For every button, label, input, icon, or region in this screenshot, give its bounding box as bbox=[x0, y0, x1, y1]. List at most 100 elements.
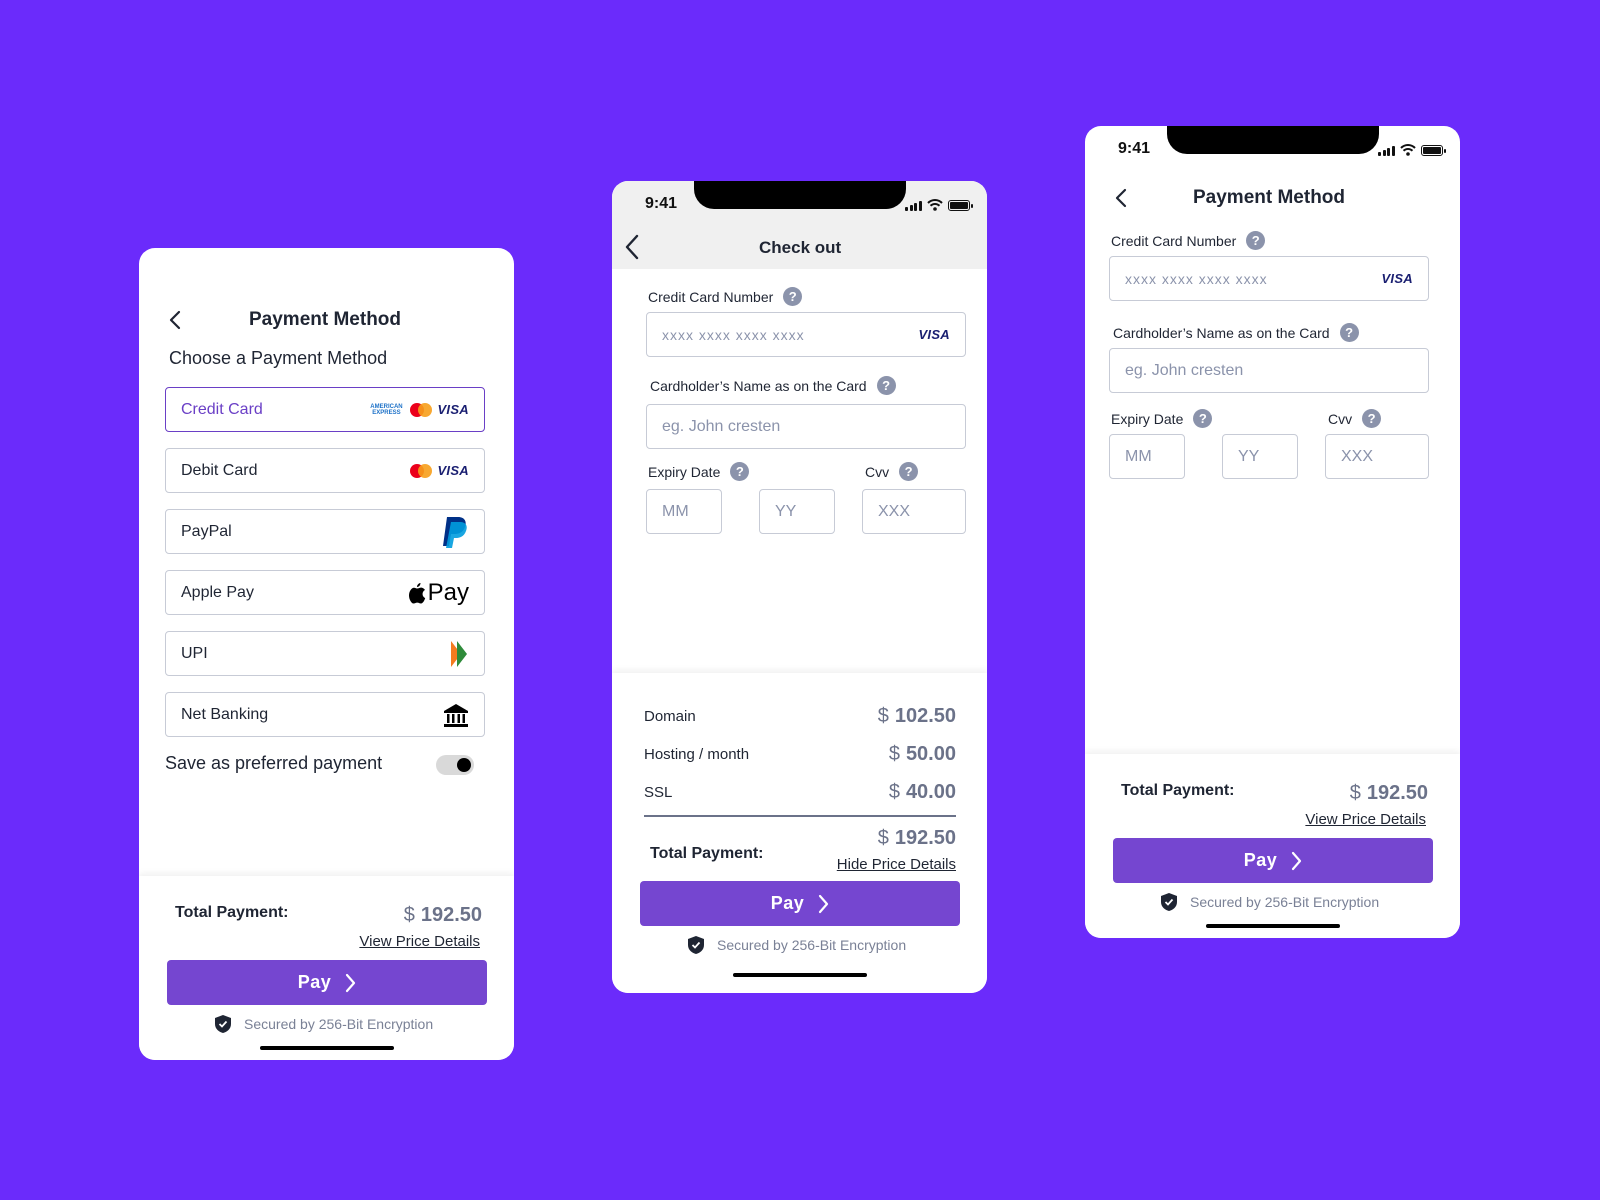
option-label: Net Banking bbox=[181, 705, 269, 723]
back-arrow-icon[interactable] bbox=[625, 234, 639, 260]
help-icon[interactable]: ? bbox=[1339, 323, 1359, 342]
chevron-right-icon bbox=[346, 973, 356, 992]
status-icons bbox=[905, 199, 973, 211]
security-note: Secured by 256-Bit Encryption bbox=[214, 1014, 433, 1034]
help-icon[interactable]: ? bbox=[899, 462, 919, 481]
card-number-label: Credit Card Number? bbox=[1111, 231, 1266, 250]
save-preferred-toggle[interactable] bbox=[436, 755, 474, 775]
payment-summary: Total Payment: $192.50 View Price Detail… bbox=[1085, 754, 1460, 938]
price-row-ssl: SSL $40.00 bbox=[644, 781, 956, 803]
save-preferred-label: Save as preferred payment bbox=[165, 753, 383, 773]
total-amount: $192.50 bbox=[403, 904, 482, 926]
payment-summary: Domain $102.50 Hosting / month $50.00 SS… bbox=[612, 673, 987, 993]
help-icon[interactable]: ? bbox=[876, 376, 896, 395]
status-time: 9:41 bbox=[1118, 140, 1151, 157]
divider bbox=[644, 815, 956, 817]
option-label: Credit Card bbox=[181, 400, 263, 418]
option-label: UPI bbox=[181, 644, 208, 662]
card-number-input[interactable]: xxxx xxxx xxxx xxxx VISA bbox=[1109, 256, 1429, 301]
total-label: Total Payment: bbox=[1121, 782, 1235, 799]
total-amount: $192.50 bbox=[877, 827, 956, 849]
payment-option-credit-card[interactable]: Credit Card AMERICAN EXPRESS VISA bbox=[165, 387, 485, 432]
cardholder-name-input[interactable]: eg. John cresten bbox=[1109, 348, 1429, 393]
shield-icon bbox=[215, 1015, 231, 1033]
back-arrow-icon[interactable] bbox=[1115, 188, 1127, 208]
total-label: Total Payment: bbox=[175, 904, 289, 921]
option-label: PayPal bbox=[181, 522, 232, 540]
notch bbox=[1167, 126, 1379, 154]
view-price-details-link[interactable]: View Price Details bbox=[359, 933, 480, 950]
pay-button[interactable]: Pay bbox=[1113, 838, 1433, 883]
mastercard-icon bbox=[410, 402, 433, 417]
section-subtitle: Choose a Payment Method bbox=[169, 348, 388, 368]
payment-option-upi[interactable]: UPI bbox=[165, 631, 485, 676]
cardholder-name-input[interactable]: eg. John cresten bbox=[646, 404, 966, 449]
back-arrow-icon[interactable] bbox=[169, 310, 181, 330]
home-indicator bbox=[733, 973, 867, 977]
checkout-screen: 9:41 Check out Credit Card Number? xxxx … bbox=[612, 181, 987, 993]
bank-icon bbox=[443, 702, 469, 728]
price-row-domain: Domain $102.50 bbox=[644, 705, 956, 727]
pay-button[interactable]: Pay bbox=[167, 960, 487, 1005]
pay-button[interactable]: Pay bbox=[640, 881, 960, 926]
help-icon[interactable]: ? bbox=[1193, 409, 1213, 428]
price-row-hosting: Hosting / month $50.00 bbox=[644, 743, 956, 765]
chevron-right-icon bbox=[819, 894, 829, 913]
wifi-icon bbox=[1399, 144, 1416, 156]
paypal-icon bbox=[441, 515, 469, 549]
expiry-year-input[interactable]: YY bbox=[759, 489, 835, 534]
visa-icon: VISA bbox=[1381, 271, 1413, 286]
option-label: Apple Pay bbox=[181, 583, 254, 601]
cardholder-name-label: Cardholder’s Name as on the Card? bbox=[650, 376, 896, 395]
view-price-details-link[interactable]: View Price Details bbox=[1305, 811, 1426, 828]
status-icons bbox=[1378, 144, 1446, 156]
cvv-label: Cvv? bbox=[865, 462, 919, 481]
payment-option-net-banking[interactable]: Net Banking bbox=[165, 692, 485, 737]
battery-icon bbox=[947, 200, 973, 211]
payment-option-debit-card[interactable]: Debit Card VISA bbox=[165, 448, 485, 493]
expiry-month-input[interactable]: MM bbox=[646, 489, 722, 534]
total-label: Total Payment: bbox=[650, 845, 764, 862]
help-icon[interactable]: ? bbox=[1362, 409, 1382, 428]
expiry-date-label: Expiry Date? bbox=[1111, 409, 1213, 428]
expiry-month-input[interactable]: MM bbox=[1109, 434, 1185, 479]
apple-pay-icon: Pay bbox=[408, 579, 469, 607]
notch bbox=[694, 181, 906, 209]
expiry-date-label: Expiry Date? bbox=[648, 462, 750, 481]
signal-icon bbox=[1378, 146, 1395, 156]
visa-icon: VISA bbox=[918, 327, 950, 342]
card-number-input[interactable]: xxxx xxxx xxxx xxxx VISA bbox=[646, 312, 966, 357]
payment-method-card-screen: 9:41 Payment Method Credit Card Number? … bbox=[1085, 126, 1460, 938]
card-number-label: Credit Card Number? bbox=[648, 287, 803, 306]
page-title: Payment Method bbox=[249, 309, 402, 330]
mastercard-icon bbox=[410, 463, 433, 478]
chevron-right-icon bbox=[1292, 851, 1302, 870]
help-icon[interactable]: ? bbox=[783, 287, 803, 306]
page-title: Payment Method bbox=[1193, 187, 1346, 208]
shield-icon bbox=[688, 936, 704, 954]
page-title: Check out bbox=[759, 238, 842, 257]
signal-icon bbox=[905, 201, 922, 211]
payment-option-apple-pay[interactable]: Apple Pay Pay bbox=[165, 570, 485, 615]
upi-icon bbox=[447, 640, 469, 668]
cvv-label: Cvv? bbox=[1328, 409, 1382, 428]
payment-summary: Total Payment: $192.50 View Price Detail… bbox=[139, 876, 514, 1060]
help-icon[interactable]: ? bbox=[730, 462, 750, 481]
visa-icon: VISA bbox=[437, 463, 469, 478]
expiry-year-input[interactable]: YY bbox=[1222, 434, 1298, 479]
cvv-input[interactable]: XXX bbox=[1325, 434, 1429, 479]
security-note: Secured by 256-Bit Encryption bbox=[1160, 892, 1379, 912]
payment-method-screen: Payment Method Choose a Payment Method C… bbox=[139, 248, 514, 1060]
cvv-input[interactable]: XXX bbox=[862, 489, 966, 534]
payment-option-paypal[interactable]: PayPal bbox=[165, 509, 485, 554]
hide-price-details-link[interactable]: Hide Price Details bbox=[837, 856, 956, 873]
wifi-icon bbox=[926, 199, 943, 211]
security-note: Secured by 256-Bit Encryption bbox=[687, 935, 906, 955]
help-icon[interactable]: ? bbox=[1246, 231, 1266, 250]
shield-icon bbox=[1161, 893, 1177, 911]
cardholder-name-label: Cardholder’s Name as on the Card? bbox=[1113, 323, 1359, 342]
status-time: 9:41 bbox=[645, 195, 678, 212]
total-amount: $192.50 bbox=[1349, 782, 1428, 804]
home-indicator bbox=[1206, 924, 1340, 928]
visa-icon: VISA bbox=[437, 402, 469, 417]
